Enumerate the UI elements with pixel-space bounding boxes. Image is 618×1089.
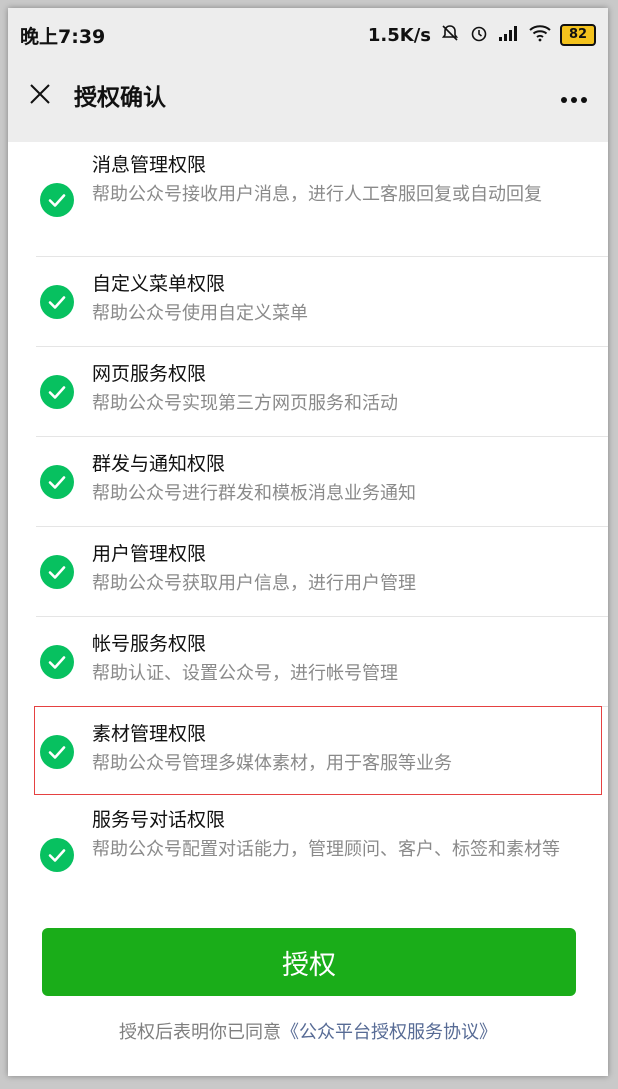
authorize-button[interactable]: 授权 xyxy=(42,928,576,996)
permission-item-web-service: 网页服务权限 帮助公众号实现第三方网页服务和活动 xyxy=(8,347,608,437)
permission-desc: 帮助公众号进行群发和模板消息业务通知 xyxy=(92,483,416,504)
page-title: 授权确认 xyxy=(74,85,166,111)
permission-item-user-management: 用户管理权限 帮助公众号获取用户信息，进行用户管理 xyxy=(8,527,608,617)
permission-title: 群发与通知权限 xyxy=(92,453,226,475)
wifi-icon xyxy=(529,24,551,47)
permission-desc: 帮助认证、设置公众号，进行帐号管理 xyxy=(92,663,398,684)
footer: 授权 授权后表明你已同意《公众平台授权服务协议》 xyxy=(8,900,608,1076)
check-icon xyxy=(40,645,74,679)
check-icon xyxy=(40,182,74,217)
permission-list: 消息管理权限 帮助公众号接收用户消息，进行人工客服回复或自动回复 自定义菜单权限… xyxy=(8,142,608,900)
permission-item-custom-menu: 自定义菜单权限 帮助公众号使用自定义菜单 xyxy=(8,257,608,347)
check-icon xyxy=(40,735,74,769)
alarm-icon xyxy=(469,23,489,48)
check-icon xyxy=(40,837,74,872)
phone-screen: 晚上7:39 1.5K/s 82 授权确认 消息管理权限 帮助公众号接收用户消息… xyxy=(8,8,608,1076)
check-icon xyxy=(40,555,74,589)
permission-desc: 帮助公众号管理多媒体素材，用于客服等业务 xyxy=(92,753,452,774)
notification-off-icon xyxy=(440,23,460,48)
permission-desc: 帮助公众号配置对话能力，管理顾问、客户、标签和素材等 xyxy=(92,839,560,860)
permission-desc: 帮助公众号接收用户消息，进行人工客服回复或自动回复 xyxy=(92,184,542,205)
agreement-link[interactable]: 《公众平台授权服务协议》 xyxy=(281,1022,497,1043)
permission-title: 消息管理权限 xyxy=(92,154,207,176)
permission-item-broadcast: 群发与通知权限 帮助公众号进行群发和模板消息业务通知 xyxy=(8,437,608,527)
permission-title: 素材管理权限 xyxy=(92,723,207,745)
permission-desc: 帮助公众号使用自定义菜单 xyxy=(92,303,308,324)
more-icon[interactable] xyxy=(560,81,588,109)
permission-title: 帐号服务权限 xyxy=(92,633,207,655)
permission-item-message: 消息管理权限 帮助公众号接收用户消息，进行人工客服回复或自动回复 xyxy=(8,142,608,257)
network-speed: 1.5K/s xyxy=(367,24,431,46)
permission-item-media: 素材管理权限 帮助公众号管理多媒体素材，用于客服等业务 xyxy=(8,706,608,797)
close-icon[interactable] xyxy=(28,79,68,111)
permission-item-account-service: 帐号服务权限 帮助认证、设置公众号，进行帐号管理 xyxy=(8,617,608,707)
permission-desc: 帮助公众号获取用户信息，进行用户管理 xyxy=(92,573,416,594)
status-bar: 晚上7:39 1.5K/s 82 xyxy=(8,8,608,62)
battery-indicator: 82 xyxy=(560,24,596,46)
check-icon xyxy=(40,285,74,319)
permission-title: 自定义菜单权限 xyxy=(92,273,226,295)
agreement-text: 授权后表明你已同意《公众平台授权服务协议》 xyxy=(8,1018,608,1044)
permission-desc: 帮助公众号实现第三方网页服务和活动 xyxy=(92,393,398,414)
status-time: 晚上7:39 xyxy=(20,25,106,48)
nav-bar: 授权确认 xyxy=(8,62,608,128)
permission-item-conversation: 服务号对话权限 帮助公众号配置对话能力，管理顾问、客户、标签和素材等 xyxy=(8,797,608,900)
permission-title: 服务号对话权限 xyxy=(92,809,226,831)
signal-icon xyxy=(498,24,520,47)
check-icon xyxy=(40,465,74,499)
permission-title: 网页服务权限 xyxy=(92,363,207,385)
check-icon xyxy=(40,375,74,409)
permission-title: 用户管理权限 xyxy=(92,543,207,565)
agreement-prefix: 授权后表明你已同意 xyxy=(119,1022,281,1043)
status-icons: 1.5K/s 82 xyxy=(368,23,596,48)
